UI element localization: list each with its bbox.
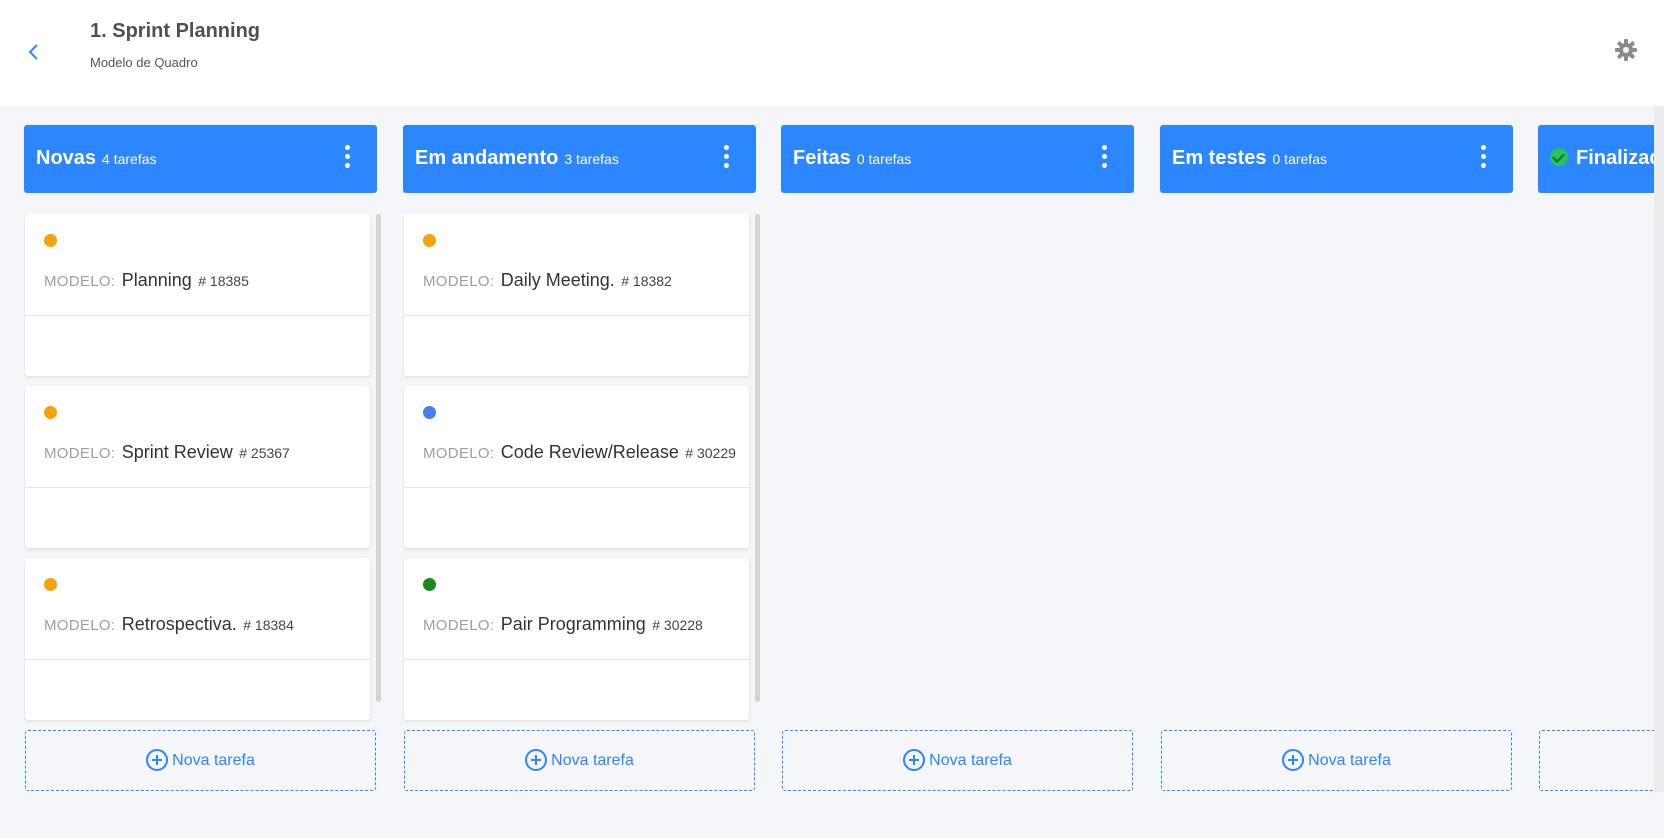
column-novas: Novas 4 tarefas MODELO: Planning # 18385 …	[24, 106, 381, 806]
kanban-board: Novas 4 tarefas MODELO: Planning # 18385 …	[0, 106, 1664, 838]
card-prefix: MODELO:	[44, 445, 116, 462]
column-title: Em andamento	[415, 147, 559, 169]
card-prefix: MODELO:	[44, 617, 116, 634]
column-menu-icon[interactable]	[722, 145, 730, 173]
card-name: Daily Meeting.	[500, 270, 615, 290]
plus-circle-icon	[903, 749, 926, 771]
card-id: # 18384	[243, 617, 294, 633]
card-id: # 18385	[198, 273, 249, 289]
card-divider	[404, 315, 749, 316]
new-task-label: Nova tarefa	[929, 752, 1012, 769]
column-title: Feitas	[793, 147, 851, 169]
card-id: # 30228	[652, 617, 703, 633]
new-task-label: Nova tarefa	[1308, 752, 1391, 769]
priority-dot-icon	[423, 578, 436, 591]
column-title: Novas	[36, 147, 97, 169]
card-divider	[404, 487, 749, 488]
plus-circle-icon	[146, 749, 169, 771]
gear-icon[interactable]	[1614, 38, 1638, 62]
column-em-testes: Em testes 0 tarefas Nova tarefa	[1160, 106, 1513, 806]
column-header: Novas 4 tarefas	[24, 125, 377, 193]
page-title: 1. Sprint Planning	[90, 20, 261, 42]
card-divider	[25, 315, 370, 316]
column-feitas: Feitas 0 tarefas Nova tarefa	[781, 106, 1134, 806]
card-divider	[404, 659, 749, 660]
column-header: Finalizad	[1538, 125, 1654, 193]
task-count: 3 tarefas	[564, 151, 619, 167]
column-header: Em andamento 3 tarefas	[403, 125, 756, 193]
card-name: Sprint Review	[121, 442, 233, 462]
task-card[interactable]: MODELO: Sprint Review # 25367	[25, 386, 370, 548]
column-em-andamento: Em andamento 3 tarefas MODELO: Daily Meet…	[403, 106, 760, 806]
card-divider	[25, 659, 370, 660]
card-id: # 18382	[621, 273, 672, 289]
card-id: # 25367	[239, 445, 290, 461]
column-menu-icon[interactable]	[343, 145, 351, 173]
priority-dot-icon	[423, 234, 436, 247]
task-card[interactable]: MODELO: Daily Meeting. # 18382	[404, 214, 749, 376]
card-name: Pair Programming	[500, 614, 646, 634]
check-circle-icon	[1550, 148, 1568, 166]
new-task-button[interactable]	[1539, 730, 1654, 791]
column-menu-icon[interactable]	[1100, 145, 1108, 173]
task-count: 0 tarefas	[1272, 151, 1327, 167]
priority-dot-icon	[44, 578, 57, 591]
priority-dot-icon	[44, 406, 57, 419]
task-card[interactable]: MODELO: Code Review/Release # 30229	[404, 386, 749, 548]
card-divider	[25, 487, 370, 488]
card-name: Planning	[121, 270, 192, 290]
task-card[interactable]: MODELO: Planning # 18385	[25, 214, 370, 376]
column-scrollbar[interactable]	[376, 214, 381, 702]
task-card[interactable]: MODELO: Retrospectiva. # 18384	[25, 558, 370, 720]
top-bar: 1. Sprint Planning Modelo de Quadro	[0, 0, 1664, 106]
column-header: Em testes 0 tarefas	[1160, 125, 1513, 193]
task-card[interactable]: MODELO: Pair Programming # 30228	[404, 558, 749, 720]
task-count: 4 tarefas	[102, 151, 157, 167]
card-name: Code Review/Release	[500, 442, 679, 462]
card-prefix: MODELO:	[423, 445, 495, 462]
card-name: Retrospectiva.	[121, 614, 237, 634]
column-title: Finalizad	[1576, 147, 1654, 169]
new-task-label: Nova tarefa	[172, 752, 255, 769]
new-task-label: Nova tarefa	[551, 752, 634, 769]
column-title: Em testes	[1172, 147, 1267, 169]
plus-circle-icon	[1282, 749, 1305, 771]
column-menu-icon[interactable]	[1479, 145, 1487, 173]
page-scrollbar[interactable]	[1654, 106, 1664, 792]
new-task-button[interactable]: Nova tarefa	[1161, 730, 1512, 791]
priority-dot-icon	[423, 406, 436, 419]
chevron-left-icon[interactable]	[22, 40, 46, 64]
new-task-button[interactable]: Nova tarefa	[25, 730, 376, 791]
card-prefix: MODELO:	[44, 273, 116, 290]
priority-dot-icon	[44, 234, 57, 247]
column-finalizadas: Finalizad	[1538, 106, 1654, 806]
column-header: Feitas 0 tarefas	[781, 125, 1134, 193]
plus-circle-icon	[525, 749, 548, 771]
new-task-button[interactable]: Nova tarefa	[404, 730, 755, 791]
column-scrollbar[interactable]	[755, 214, 760, 702]
page-subtitle: Modelo de Quadro	[90, 55, 198, 70]
new-task-button[interactable]: Nova tarefa	[782, 730, 1133, 791]
card-id: # 30229	[685, 445, 736, 461]
task-count: 0 tarefas	[856, 151, 912, 167]
card-prefix: MODELO:	[423, 273, 495, 290]
card-prefix: MODELO:	[423, 617, 495, 634]
